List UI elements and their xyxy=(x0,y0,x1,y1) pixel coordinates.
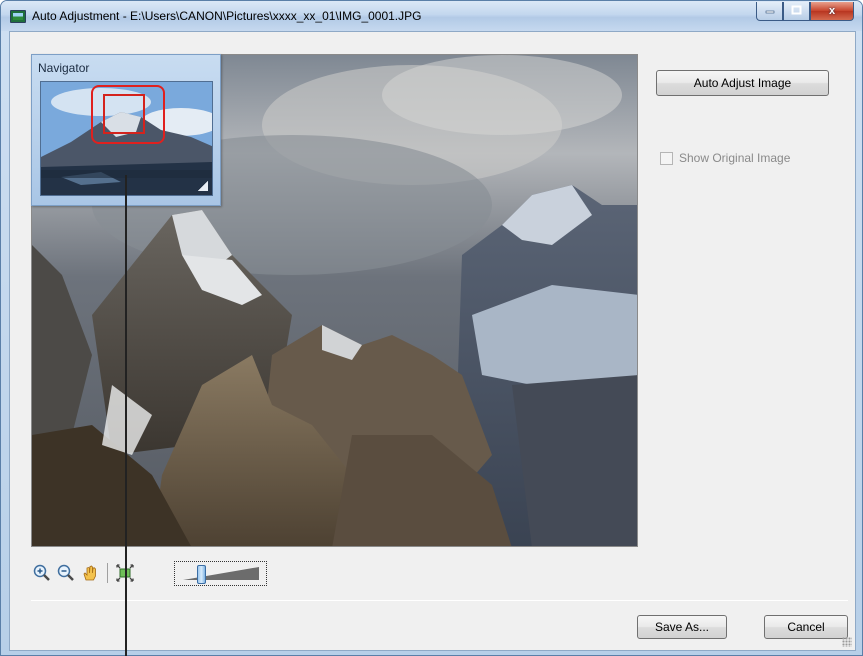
close-icon: x xyxy=(828,5,836,17)
caption-buttons: x xyxy=(756,2,854,22)
minimize-icon xyxy=(765,5,775,17)
footer-divider xyxy=(31,600,848,601)
show-original-label: Show Original Image xyxy=(679,151,791,165)
auto-adjust-image-button[interactable]: Auto Adjust Image xyxy=(656,70,829,96)
hand-icon xyxy=(83,565,96,581)
save-as-button[interactable]: Save As... xyxy=(637,615,727,639)
show-original-checkbox[interactable] xyxy=(660,151,673,165)
maximize-icon xyxy=(791,5,802,18)
zoom-in-button[interactable] xyxy=(31,562,53,584)
window-title: Auto Adjustment - E:\Users\CANON\Picture… xyxy=(32,9,422,23)
maximize-button[interactable] xyxy=(783,2,810,21)
close-button[interactable]: x xyxy=(810,2,854,21)
title-bar[interactable]: Auto Adjustment - E:\Users\CANON\Picture… xyxy=(1,1,862,31)
navigator-resize-grip[interactable] xyxy=(198,181,208,191)
minimize-button[interactable] xyxy=(756,2,783,21)
cancel-button[interactable]: Cancel xyxy=(764,615,848,639)
zoom-slider-thumb[interactable] xyxy=(196,565,206,584)
dialog-client-area: Navigator Auto Adjust Image Show Origina… xyxy=(9,31,856,651)
navigator-title: Navigator xyxy=(38,61,90,75)
app-image-icon xyxy=(10,10,26,23)
auto-adjustment-window: Auto Adjustment - E:\Users\CANON\Picture… xyxy=(0,0,863,656)
zoom-out-button[interactable] xyxy=(55,562,77,584)
view-toolbar xyxy=(31,560,267,586)
callout-line xyxy=(125,175,127,656)
zoom-in-icon xyxy=(33,564,50,581)
show-original-option[interactable]: Show Original Image xyxy=(660,151,790,165)
zoom-slider[interactable] xyxy=(174,561,267,586)
toolbar-separator xyxy=(107,563,108,583)
zoom-slider-track xyxy=(183,567,259,580)
pan-hand-button[interactable] xyxy=(79,562,101,584)
window-resize-grip[interactable] xyxy=(842,637,852,647)
zoom-out-icon xyxy=(57,564,74,581)
navigator-view-frame[interactable] xyxy=(103,94,145,134)
